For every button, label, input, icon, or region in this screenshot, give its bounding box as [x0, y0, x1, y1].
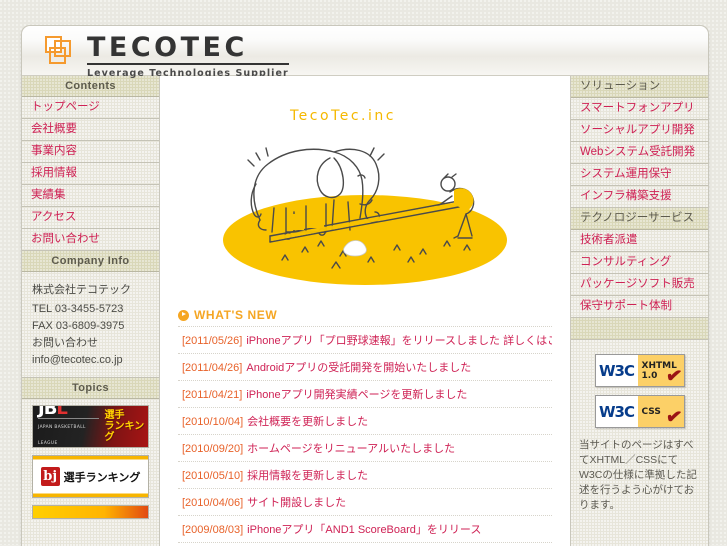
- elephant-lever-illustration-icon: TecoTec.inc: [223, 108, 507, 285]
- right-sidebar-spacer: [571, 318, 708, 340]
- topics-section-header: Topics: [22, 378, 159, 399]
- right-item-system-operation[interactable]: システム運用保守: [571, 164, 708, 186]
- third-banner[interactable]: [32, 505, 149, 519]
- contact-email[interactable]: info@tecotec.co.jp: [32, 352, 159, 369]
- fax-value: 03-6809-3975: [55, 320, 125, 332]
- right-sidebar: ソリューション スマートフォンアプリ ソーシャルアプリ開発 Webシステム受託開…: [570, 76, 708, 546]
- jbl-banner-text: 選手 ランキング: [105, 410, 148, 443]
- sidebar-item-contact[interactable]: お問い合わせ: [22, 229, 159, 251]
- main-content: TecoTec.inc WHAT'S NEW [2011/05/26] iPho…: [160, 76, 570, 546]
- site-header: TECOTEC Leverage Technologies Supplier: [22, 26, 708, 79]
- w3c-logo-icon: W3C: [595, 396, 638, 427]
- right-item-smartphone-app[interactable]: スマートフォンアプリ: [571, 98, 708, 120]
- company-fax: FAX 03-6809-3975: [32, 318, 159, 335]
- jbl-jp-line2: ランキング: [104, 421, 145, 443]
- news-item[interactable]: [2010/05/10] 採用情報を更新しました: [178, 462, 552, 489]
- topics-banner-list: JBL JAPAN BASKETBALL LEAGUE 選手 ランキング bj …: [22, 399, 159, 519]
- news-date: [2011/04/26]: [182, 362, 243, 374]
- w3c-xhtml-badge[interactable]: W3C XHTML 1.0 ✔: [594, 354, 685, 387]
- circle-play-icon: [178, 309, 189, 321]
- w3c-logo-icon: W3C: [595, 355, 638, 386]
- news-text: Androidアプリの受託開発を開始いたしました: [246, 362, 472, 374]
- contact-label: お問い合わせ: [32, 337, 98, 349]
- technology-service-section-header: テクノロジーサービス: [571, 208, 708, 230]
- w3c-css-line1: CSS: [641, 406, 661, 417]
- news-text: ホームページをリニューアルいたしました: [247, 443, 456, 455]
- news-item[interactable]: [2010/10/04] 会社概要を更新しました: [178, 408, 552, 435]
- news-date: [2011/05/26]: [182, 335, 243, 347]
- right-item-package-software[interactable]: パッケージソフト販売: [571, 274, 708, 296]
- solutions-section-header: ソリューション: [571, 76, 708, 98]
- bj-logo-icon: bj: [40, 467, 60, 486]
- sidebar-item-access[interactable]: アクセス: [22, 207, 159, 229]
- jbl-sub: JAPAN BASKETBALL LEAGUE: [38, 418, 99, 447]
- left-sidebar: Contents トップページ 会社概要 事業内容 採用情報 実績集 アクセス …: [22, 76, 160, 546]
- sidebar-item-top[interactable]: トップページ: [22, 97, 159, 119]
- right-item-maintenance-support[interactable]: 保守サポート体制: [571, 296, 708, 318]
- right-item-engineer-dispatch[interactable]: 技術者派遣: [571, 230, 708, 252]
- jbl-jp-line1: 選手: [104, 410, 125, 421]
- site-logo[interactable]: TECOTEC Leverage Technologies Supplier: [45, 34, 289, 79]
- jbl-brand-accent: L: [56, 405, 68, 419]
- company-name: 株式会社テコテック: [32, 284, 131, 296]
- company-tel: TEL 03-3455-5723: [32, 301, 159, 318]
- sidebar-item-company[interactable]: 会社概要: [22, 119, 159, 141]
- company-info-block: 株式会社テコテック TEL 03-3455-5723 FAX 03-6809-3…: [22, 272, 159, 378]
- bj-ranking-banner[interactable]: bj 選手ランキング: [32, 455, 149, 498]
- w3c-xhtml-line2: 1.0: [641, 370, 658, 381]
- page-columns: Contents トップページ 会社概要 事業内容 採用情報 実績集 アクセス …: [22, 76, 708, 546]
- news-text: 採用情報を更新しました: [247, 470, 369, 482]
- news-date: [2011/04/21]: [182, 389, 243, 401]
- news-text: iPhoneアプリ開発実績ページを更新しました: [246, 389, 468, 401]
- right-item-web-system[interactable]: Webシステム受託開発: [571, 142, 708, 164]
- news-date: [2009/08/03]: [182, 524, 244, 536]
- checkmark-icon: ✔: [664, 364, 683, 387]
- contents-section-header: Contents: [22, 76, 159, 97]
- whats-new-header: WHAT'S NEW: [178, 304, 552, 327]
- w3c-css-badge[interactable]: W3C CSS ✔: [594, 395, 685, 428]
- checkmark-icon: ✔: [664, 405, 683, 428]
- jbl-brand: JB: [38, 405, 57, 419]
- right-item-consulting[interactable]: コンサルティング: [571, 252, 708, 274]
- tel-label: TEL: [32, 303, 52, 315]
- news-date: [2010/04/06]: [182, 497, 244, 509]
- site-frame: TECOTEC Leverage Technologies Supplier C…: [21, 25, 709, 546]
- news-text: iPhoneアプリ「プロ野球速報」をリリースしました 詳しくはこちらをご覧下さい: [246, 335, 552, 347]
- tel-value: 03-3455-5723: [54, 303, 124, 315]
- tecotec-logo-mark-icon: [45, 36, 75, 66]
- news-text: iPhoneアプリ「AND1 ScoreBoard」をリリース: [247, 524, 482, 536]
- sidebar-item-works[interactable]: 実績集: [22, 185, 159, 207]
- right-item-social-app[interactable]: ソーシャルアプリ開発: [571, 120, 708, 142]
- jbl-logo: JBL JAPAN BASKETBALL LEAGUE: [38, 405, 99, 447]
- right-item-infrastructure[interactable]: インフラ構築支援: [571, 186, 708, 208]
- news-item[interactable]: [2010/04/06] サイト開設しました: [178, 489, 552, 516]
- whats-new-title: WHAT'S NEW: [194, 308, 278, 322]
- news-date: [2010/05/10]: [182, 470, 244, 482]
- fax-label: FAX: [32, 320, 53, 332]
- news-list: [2011/05/26] iPhoneアプリ「プロ野球速報」をリリースしました 詳…: [178, 327, 552, 543]
- news-item[interactable]: [2011/04/21] iPhoneアプリ開発実績ページを更新しました: [178, 381, 552, 408]
- company-info-section-header: Company Info: [22, 251, 159, 272]
- news-item[interactable]: [2011/05/26] iPhoneアプリ「プロ野球速報」をリリースしました 詳…: [178, 327, 552, 354]
- news-date: [2010/10/04]: [182, 416, 244, 428]
- news-item[interactable]: [2010/09/20] ホームページをリニューアルいたしました: [178, 435, 552, 462]
- hero-illustration: TecoTec.inc: [160, 76, 570, 300]
- sidebar-item-business[interactable]: 事業内容: [22, 141, 159, 163]
- sidebar-item-recruit[interactable]: 採用情報: [22, 163, 159, 185]
- news-text: サイト開設しました: [247, 497, 347, 509]
- news-item[interactable]: [2009/08/03] iPhoneアプリ「AND1 ScoreBoard」をリ…: [178, 516, 552, 543]
- news-date: [2010/09/20]: [182, 443, 244, 455]
- news-item[interactable]: [2011/04/26] Androidアプリの受託開発を開始いたしました: [178, 354, 552, 381]
- bj-banner-text: 選手ランキング: [63, 471, 141, 484]
- w3c-note-text: 当サイトのページはすべてXHTML／CSSにてW3Cの仕様に準拠した記述を行うよ…: [579, 439, 697, 511]
- w3c-validation-block: W3C XHTML 1.0 ✔ W3C CSS ✔ 当サイトのページはすべてXH…: [571, 340, 708, 513]
- logo-wordmark: TECOTEC: [87, 34, 289, 65]
- news-text: 会社概要を更新しました: [247, 416, 369, 428]
- jbl-ranking-banner[interactable]: JBL JAPAN BASKETBALL LEAGUE 選手 ランキング: [32, 405, 149, 448]
- hero-caption: TecoTec.inc: [289, 108, 396, 124]
